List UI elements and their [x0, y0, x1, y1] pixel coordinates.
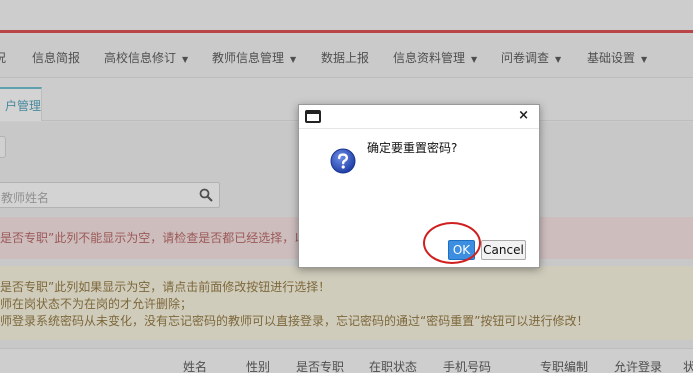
- question-icon: [330, 148, 356, 174]
- close-icon[interactable]: ×: [518, 108, 529, 123]
- dialog-titlebar: ×: [299, 105, 539, 129]
- cancel-button[interactable]: Cancel: [481, 240, 526, 260]
- confirm-dialog: × 确定要重置密码? OK Cancel: [298, 104, 540, 268]
- dialog-message: 确定要重置密码?: [367, 141, 458, 155]
- annotation-circle: [423, 222, 481, 264]
- window-icon: [305, 110, 321, 123]
